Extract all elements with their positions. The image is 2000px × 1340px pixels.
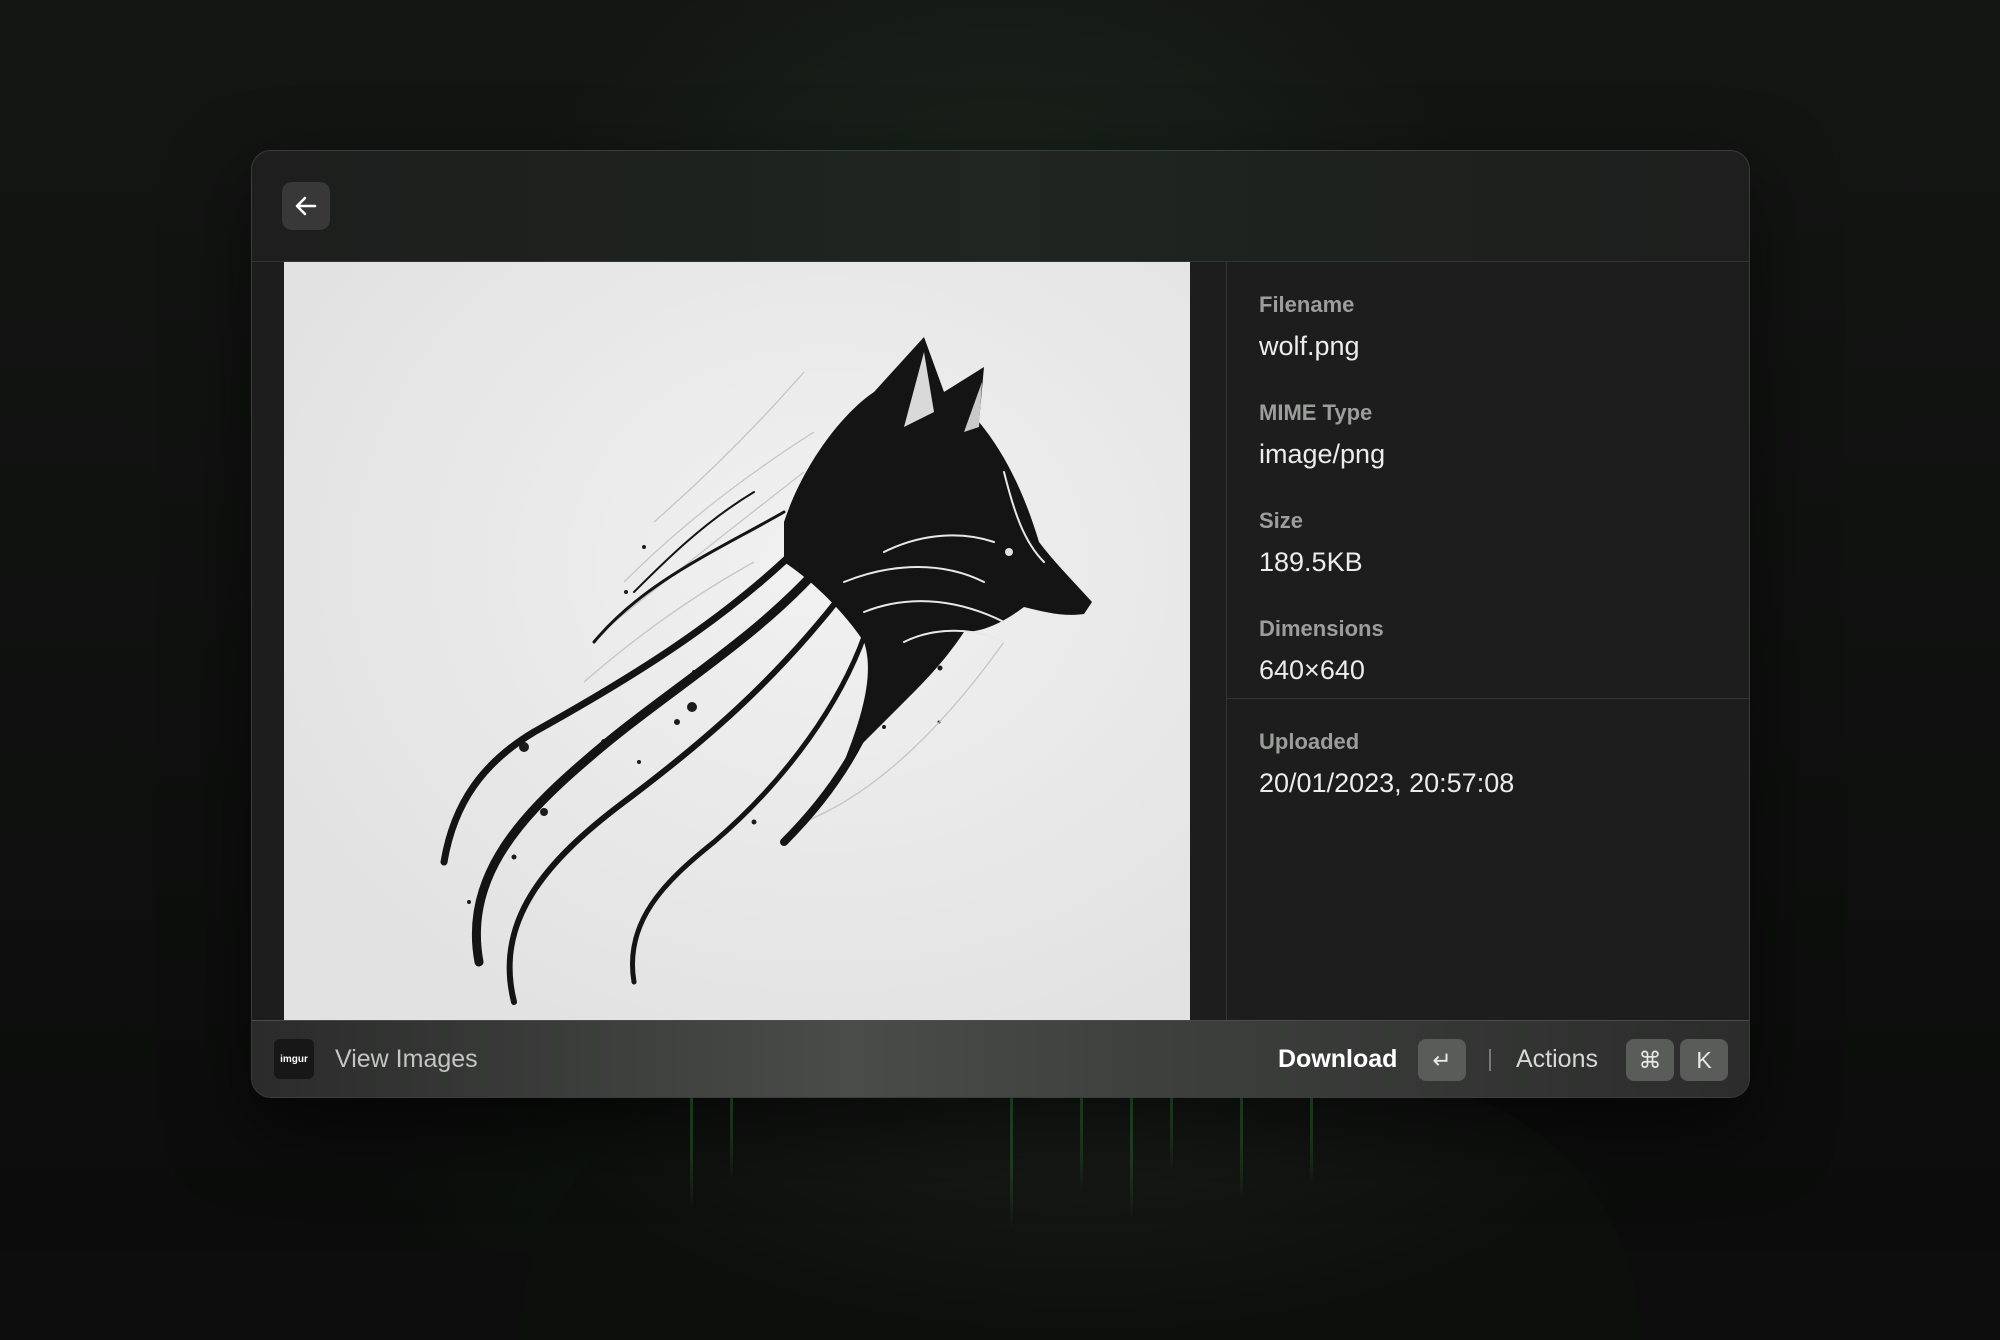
wallpaper-rain-streak — [1310, 1090, 1313, 1185]
metadata-value: wolf.png — [1259, 331, 1360, 361]
extension-window: Filename wolf.png MIME Type image/png Si… — [251, 150, 1750, 1098]
back-button[interactable] — [282, 182, 330, 230]
download-button[interactable]: Download — [1278, 1040, 1397, 1078]
metadata-panel: Filename wolf.png MIME Type image/png Si… — [1227, 262, 1749, 1020]
metadata-uploaded: Uploaded 20/01/2023, 20:57:08 — [1227, 699, 1749, 805]
command-title: View Images — [335, 1045, 478, 1073]
metadata-item-filename: Filename wolf.png — [1259, 290, 1717, 368]
metadata-item-size: Size 189.5KB — [1259, 506, 1717, 584]
wolf-illustration — [440, 337, 1092, 1005]
metadata-value: image/png — [1259, 439, 1386, 469]
wallpaper-rain-streak — [1170, 1090, 1173, 1170]
command-key-icon[interactable]: ⌘ — [1626, 1039, 1674, 1081]
wallpaper-rain-streak — [1010, 1090, 1013, 1230]
wallpaper-rain-streak — [690, 1090, 693, 1210]
wallpaper-rain-streak — [1240, 1090, 1243, 1200]
metadata-list: Filename wolf.png MIME Type image/png Si… — [1227, 262, 1749, 692]
action-separator — [1489, 1049, 1491, 1071]
metadata-value: 189.5KB — [1259, 547, 1363, 577]
metadata-item-mime-type: MIME Type image/png — [1259, 398, 1717, 476]
metadata-value: 20/01/2023, 20:57:08 — [1259, 768, 1515, 798]
wallpaper-rain-streak — [1130, 1090, 1133, 1220]
metadata-label: Filename — [1259, 292, 1355, 317]
wallpaper-rain-streak — [730, 1090, 733, 1180]
action-bar: imgur View Images Download ↵ Actions ⌘ K — [252, 1020, 1749, 1097]
wallpaper-rain-streak — [1080, 1090, 1083, 1190]
metadata-label: Size — [1259, 508, 1304, 533]
imgur-logo: imgur — [274, 1039, 314, 1079]
metadata-label: Uploaded — [1259, 729, 1360, 754]
metadata-item-dimensions: Dimensions 640×640 — [1259, 614, 1717, 692]
preview-pane — [252, 262, 1227, 1020]
metadata-value: 640×640 — [1259, 655, 1365, 685]
actions-button[interactable]: Actions — [1516, 1040, 1598, 1078]
image-preview — [284, 262, 1190, 1020]
k-key-badge[interactable]: K — [1680, 1039, 1728, 1081]
top-bar — [252, 151, 1749, 262]
arrow-left-icon — [295, 196, 317, 216]
return-key-icon[interactable]: ↵ — [1418, 1039, 1466, 1081]
metadata-label: Dimensions — [1259, 616, 1384, 641]
metadata-label: MIME Type — [1259, 400, 1373, 425]
